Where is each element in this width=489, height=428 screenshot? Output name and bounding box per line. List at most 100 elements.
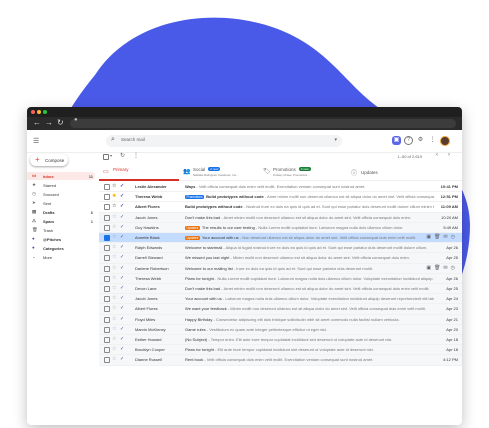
snooze-icon[interactable]: ◷ bbox=[451, 234, 458, 240]
compose-button[interactable]: + Compose bbox=[30, 154, 68, 166]
row-checkbox[interactable] bbox=[104, 347, 110, 354]
star-icon[interactable]: ☆ bbox=[112, 326, 116, 332]
star-icon[interactable]: ☆ bbox=[112, 224, 116, 230]
star-icon[interactable]: ☆ bbox=[112, 214, 116, 220]
star-icon[interactable]: ☆ bbox=[112, 346, 116, 352]
prev-page-icon[interactable]: ‹ bbox=[436, 152, 438, 158]
email-row[interactable]: ☆ ✓ Brooklyn Cooper Plans for tonight - Eli… bbox=[99, 345, 462, 356]
sidebar-item-trash[interactable]: 🗑 Trash bbox=[27, 226, 95, 234]
row-checkbox[interactable] bbox=[104, 337, 110, 343]
importance-icon[interactable]: ✓ bbox=[120, 346, 124, 352]
row-checkbox[interactable] bbox=[104, 184, 110, 190]
menu-icon[interactable]: ☰ bbox=[33, 137, 39, 145]
importance-icon[interactable]: ✓ bbox=[120, 356, 124, 362]
importance-icon[interactable]: ✓ bbox=[120, 203, 124, 209]
star-icon[interactable]: ☆ bbox=[112, 336, 116, 342]
row-checkbox[interactable] bbox=[104, 255, 110, 262]
select-dropdown-icon[interactable]: ▾ bbox=[110, 153, 112, 158]
sidebar-item-pitches[interactable]: ● @Pitches bbox=[27, 235, 95, 243]
sidebar-item-starred[interactable]: ★ Starred bbox=[27, 181, 95, 189]
minimize-dot[interactable] bbox=[37, 110, 41, 114]
sidebar-item-categories[interactable]: ● Categories bbox=[27, 244, 95, 252]
star-icon[interactable]: ★ bbox=[112, 193, 116, 199]
email-row[interactable]: ☆ ✓ Theresa Webb Plans for tonight - Nulla … bbox=[99, 273, 462, 284]
sidebar-item-inbox[interactable]: ▭ Inbox 11 bbox=[27, 172, 95, 180]
row-checkbox[interactable] bbox=[104, 316, 110, 323]
email-row[interactable]: ☆ ✓ Albert Flores We want your feedback - M… bbox=[99, 304, 462, 315]
snooze-icon[interactable]: ◷ bbox=[451, 265, 458, 271]
refresh-icon[interactable]: ↻ bbox=[120, 152, 125, 159]
tab-promotions[interactable]: 🏷 Promotions 3 new Lindsey Chase, Promoti… bbox=[259, 164, 344, 180]
sidebar-item-spam[interactable]: ⚠ Spam 1 bbox=[27, 217, 95, 225]
importance-icon[interactable]: ✓ bbox=[120, 254, 124, 260]
apps-icon[interactable]: ⋮ bbox=[428, 136, 437, 145]
row-checkbox[interactable] bbox=[104, 326, 110, 333]
importance-icon[interactable]: ✓ bbox=[120, 183, 124, 189]
star-icon[interactable]: ☆ bbox=[112, 244, 116, 250]
email-row[interactable]: ☆ ✓ Annette Black Updates Your account with … bbox=[99, 233, 462, 244]
star-icon[interactable]: ☆ bbox=[112, 183, 116, 189]
address-bar[interactable]: ● bbox=[70, 117, 456, 128]
search-input[interactable]: ⌕ Search mail ▾ bbox=[106, 135, 342, 147]
importance-icon[interactable]: ✓ bbox=[120, 193, 124, 199]
email-row[interactable]: ☆ ✓ Devon Lane Don't make this bad - Amet m… bbox=[99, 284, 462, 295]
email-row[interactable]: ☆ ✓ Jacob Jones Your account with us - Labo… bbox=[99, 294, 462, 305]
sidebar-item-sent[interactable]: ➤ Sent bbox=[27, 199, 95, 207]
mark-read-icon[interactable]: ✉ bbox=[443, 234, 450, 240]
importance-icon[interactable]: ✓ bbox=[120, 285, 124, 291]
star-icon[interactable]: ☆ bbox=[112, 285, 116, 291]
importance-icon[interactable]: ✓ bbox=[120, 265, 124, 271]
row-checkbox[interactable] bbox=[104, 235, 110, 241]
importance-icon[interactable]: ✓ bbox=[120, 224, 124, 230]
mark-read-icon[interactable]: ✉ bbox=[443, 265, 450, 271]
importance-icon[interactable]: ✓ bbox=[120, 316, 124, 322]
importance-icon[interactable]: ✓ bbox=[120, 295, 124, 301]
tab-updates[interactable]: ⓘ Updates bbox=[347, 164, 417, 180]
select-all-checkbox[interactable] bbox=[103, 154, 109, 160]
importance-icon[interactable]: ✓ bbox=[120, 275, 124, 281]
email-row[interactable]: ☆ ✓ Guy Hawkins Updates The results to our u… bbox=[99, 222, 462, 233]
avatar[interactable] bbox=[440, 136, 450, 146]
row-checkbox[interactable] bbox=[104, 245, 110, 252]
star-icon[interactable]: ☆ bbox=[112, 234, 116, 240]
importance-icon[interactable]: ✓ bbox=[120, 244, 124, 250]
star-icon[interactable]: ☆ bbox=[112, 254, 116, 260]
help-icon[interactable]: ? bbox=[404, 136, 413, 145]
row-checkbox[interactable] bbox=[104, 204, 110, 211]
maximize-dot[interactable] bbox=[43, 110, 47, 114]
forward-icon[interactable]: → bbox=[45, 118, 53, 127]
search-icon[interactable]: ⌕ bbox=[111, 136, 115, 144]
star-icon[interactable]: ☆ bbox=[112, 356, 116, 362]
email-row[interactable]: ☆ ✓ Leslie Alexander Ways - Velit officia c… bbox=[99, 182, 462, 193]
importance-icon[interactable]: ✓ bbox=[120, 214, 124, 220]
reload-icon[interactable]: ↻ bbox=[57, 118, 64, 127]
more-icon[interactable]: ⋮ bbox=[133, 152, 139, 159]
star-icon[interactable]: ☆ bbox=[112, 203, 116, 209]
close-dot[interactable] bbox=[31, 110, 35, 114]
email-row[interactable]: ★ ✓ Theresa Webb Promotions Build prototypes… bbox=[99, 192, 462, 203]
importance-icon[interactable]: ✓ bbox=[120, 336, 124, 342]
sidebar-item-drafts[interactable]: ▤ Drafts 6 bbox=[27, 208, 95, 216]
tab-primary[interactable]: ▭ Primary bbox=[99, 164, 179, 181]
row-checkbox[interactable] bbox=[104, 275, 110, 282]
star-icon[interactable]: ☆ bbox=[112, 295, 116, 301]
star-icon[interactable]: ☆ bbox=[112, 275, 116, 281]
row-checkbox[interactable] bbox=[104, 296, 110, 303]
star-icon[interactable]: ☆ bbox=[112, 305, 116, 311]
star-icon[interactable]: ☆ bbox=[112, 265, 116, 271]
site-info-icon[interactable]: ● bbox=[74, 117, 78, 123]
email-row[interactable]: ☆ ✓ Marvin McKinney Game rules - Vestibulum… bbox=[99, 324, 462, 335]
importance-icon[interactable]: ✓ bbox=[120, 305, 124, 311]
email-row[interactable]: ☆ ✓ Floyd Miles Happy Birthday - Consectetu… bbox=[99, 314, 462, 325]
email-row[interactable]: ☆ ✓ Jacob Jones Don't make this bad - Amet … bbox=[99, 212, 462, 223]
tab-social[interactable]: 👥 Social 2 new Nathalie Rodrigues, Facebo… bbox=[179, 164, 257, 180]
star-icon[interactable]: ☆ bbox=[112, 316, 116, 322]
back-icon[interactable]: ← bbox=[33, 118, 41, 127]
next-page-icon[interactable]: › bbox=[448, 152, 450, 158]
row-checkbox[interactable] bbox=[104, 357, 110, 364]
email-row[interactable]: ☆ ✓ Darrell Steward We missed you last nigh… bbox=[99, 253, 462, 264]
row-checkbox[interactable] bbox=[104, 224, 110, 231]
search-options-icon[interactable]: ▾ bbox=[334, 137, 337, 143]
row-checkbox[interactable] bbox=[104, 194, 110, 201]
email-row[interactable]: ☆ ✓ Dianne Russell Rent book - Velit offici… bbox=[99, 355, 462, 366]
